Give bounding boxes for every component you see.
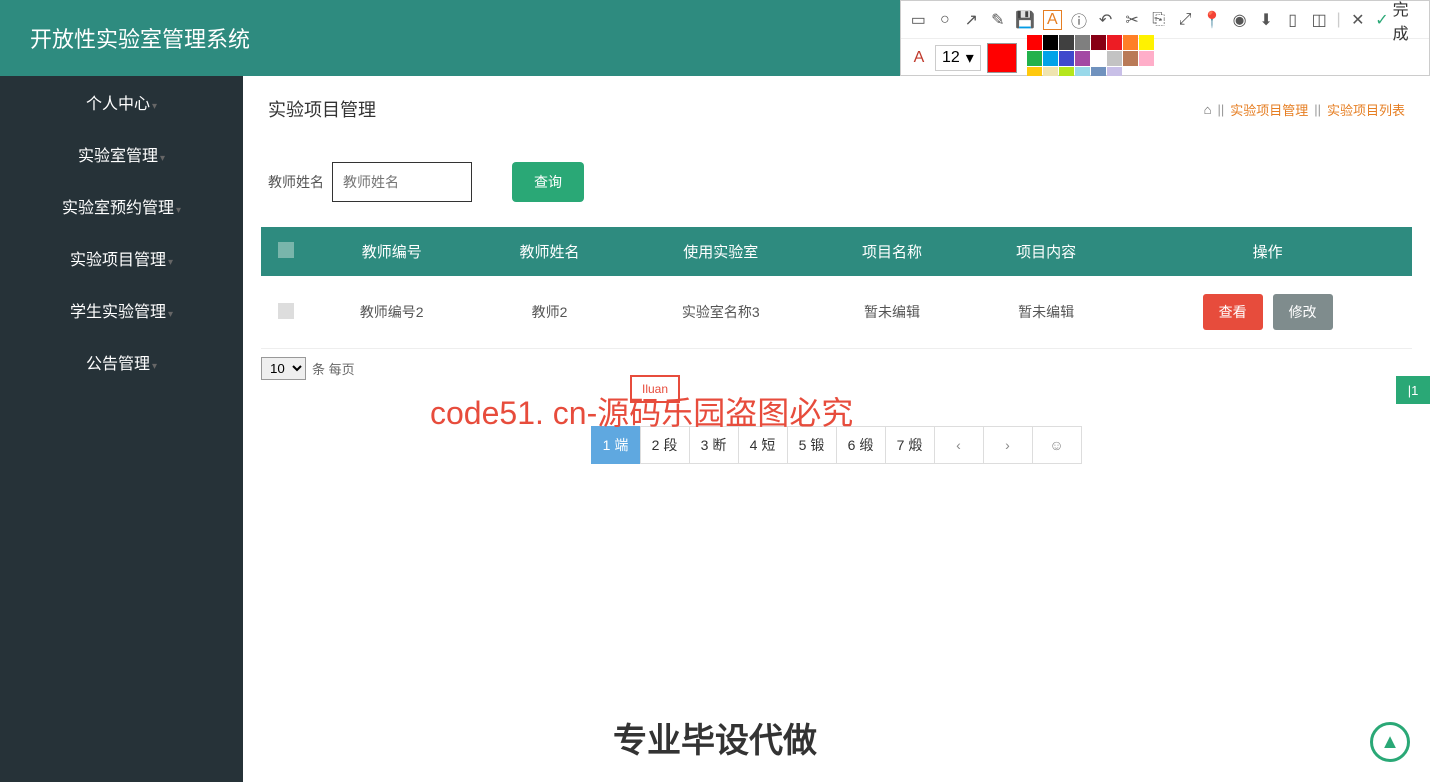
view-button[interactable]: 查看 [1203,294,1263,330]
bookmark-icon[interactable]: ◫ [1310,10,1329,30]
cell-project-content: 暂未编辑 [969,276,1123,349]
scroll-top-button[interactable]: ▲ [1370,722,1410,762]
save-icon[interactable]: 💾 [1015,10,1035,30]
cell-lab: 实验室名称3 [627,276,815,349]
th-project-name: 项目名称 [815,227,969,276]
page-1[interactable]: 1 端 [591,426,641,464]
font-icon: A [909,48,929,68]
breadcrumb: ⌂ || 实验项目管理 || 实验项目列表 [1204,100,1405,119]
sidebar-item-reservation[interactable]: 实验室预约管理▾ [0,180,243,232]
color-swatch[interactable] [1107,35,1122,50]
circle-icon[interactable]: ○ [936,10,955,30]
search-button[interactable]: 查询 [512,162,584,202]
download-icon[interactable]: ⬇ [1257,10,1276,30]
page-4[interactable]: 4 短 [738,426,788,464]
arrow-icon[interactable]: ↗ [962,10,981,30]
pagination: 1 端 2 段 3 断 4 短 5 锻 6 缎 7 煅 ‹ › ☺ [592,426,1082,464]
close-icon[interactable]: ✕ [1349,10,1368,30]
th-action: 操作 [1123,227,1412,276]
color-swatch[interactable] [1043,51,1058,66]
undo-icon[interactable]: ↶ [1096,10,1115,30]
color-swatch[interactable] [1123,51,1138,66]
th-lab: 使用实验室 [627,227,815,276]
pin-icon[interactable]: 📍 [1202,10,1222,30]
select-all-checkbox[interactable] [278,242,294,258]
color-swatch[interactable] [1091,35,1106,50]
th-teacher-name: 教师姓名 [472,227,626,276]
page-7[interactable]: 7 煅 [885,426,935,464]
filter-label: 教师姓名 [268,172,324,192]
main-content: 实验项目管理 ⌂ || 实验项目管理 || 实验项目列表 教师姓名 查询 教师编… [243,76,1430,782]
app-title: 开放性实验室管理系统 [30,22,250,54]
filter-row: 教师姓名 查询 [243,122,1430,227]
mobile-icon[interactable]: ▯ [1283,10,1302,30]
page-prev[interactable]: ‹ [934,426,984,464]
color-swatch[interactable] [1139,51,1154,66]
page-emoji[interactable]: ☺ [1032,426,1082,464]
color-swatch[interactable] [1091,51,1106,66]
done-button[interactable]: ✓完成 [1375,0,1421,44]
page-count-badge: |1 [1396,376,1430,404]
color-swatch[interactable] [1075,51,1090,66]
sidebar: 个人中心▾ 实验室管理▾ 实验室预约管理▾ 实验项目管理▾ 学生实验管理▾ 公告… [0,76,243,782]
page-5[interactable]: 5 锻 [787,426,837,464]
color-swatch[interactable] [1027,51,1042,66]
sidebar-item-lab[interactable]: 实验室管理▾ [0,128,243,180]
th-teacher-id: 教师编号 [311,227,472,276]
th-project-content: 项目内容 [969,227,1123,276]
color-swatch[interactable] [1027,35,1042,50]
color-swatch[interactable] [1059,51,1074,66]
color-selected[interactable] [987,43,1017,73]
teacher-name-input[interactable] [332,162,472,202]
cell-project-name: 暂未编辑 [815,276,969,349]
page-2[interactable]: 2 段 [640,426,690,464]
sidebar-item-personal[interactable]: 个人中心▾ [0,76,243,128]
row-checkbox[interactable] [278,303,294,319]
color-swatch[interactable] [1059,35,1074,50]
bottom-caption: 专业毕设代做 [613,713,817,762]
table-row: 教师编号2 教师2 实验室名称3 暂未编辑 暂未编辑 查看 修改 [261,276,1412,349]
sidebar-item-notice[interactable]: 公告管理▾ [0,336,243,388]
color-swatch[interactable] [1075,35,1090,50]
text-icon[interactable]: A [1043,10,1062,30]
color-swatch[interactable] [1139,35,1154,50]
page-6[interactable]: 6 缎 [836,426,886,464]
cell-teacher-id: 教师编号2 [311,276,472,349]
home-icon[interactable]: ⌂ [1204,102,1212,117]
cut-icon[interactable]: ✂ [1123,10,1142,30]
annotation-toolbar: ▭ ○ ↗ ✎ 💾 A ⓘ ↶ ✂ ⎘ ⤢ 📍 ◉ ⬇ ▯ ◫ | ✕ ✓完成 … [900,0,1430,76]
page-size-select[interactable]: 10 [261,357,306,380]
breadcrumb-link-2[interactable]: 实验项目列表 [1327,100,1405,119]
page-next[interactable]: › [983,426,1033,464]
pencil-icon[interactable]: ✎ [989,10,1008,30]
info-icon[interactable]: ⓘ [1070,10,1089,30]
data-table: 教师编号 教师姓名 使用实验室 项目名称 项目内容 操作 教师编号2 教师2 实… [261,227,1412,349]
edit-button[interactable]: 修改 [1273,294,1333,330]
breadcrumb-link-1[interactable]: 实验项目管理 [1230,100,1308,119]
color-palette [1027,35,1167,82]
record-icon[interactable]: ◉ [1230,10,1249,30]
page-3[interactable]: 3 断 [689,426,739,464]
rect-icon[interactable]: ▭ [909,10,928,30]
page-title: 实验项目管理 [268,96,376,122]
sidebar-item-student[interactable]: 学生实验管理▾ [0,284,243,336]
pager-row: 10 条 每页 [243,349,1430,388]
color-swatch[interactable] [1043,35,1058,50]
sidebar-item-project[interactable]: 实验项目管理▾ [0,232,243,284]
font-size-select[interactable]: 12▾ [935,45,981,71]
color-swatch[interactable] [1107,51,1122,66]
expand-icon[interactable]: ⤢ [1176,10,1195,30]
cell-teacher-name: 教师2 [472,276,626,349]
per-page-label: 条 每页 [312,359,355,378]
color-swatch[interactable] [1123,35,1138,50]
copy-icon[interactable]: ⎘ [1149,10,1168,30]
